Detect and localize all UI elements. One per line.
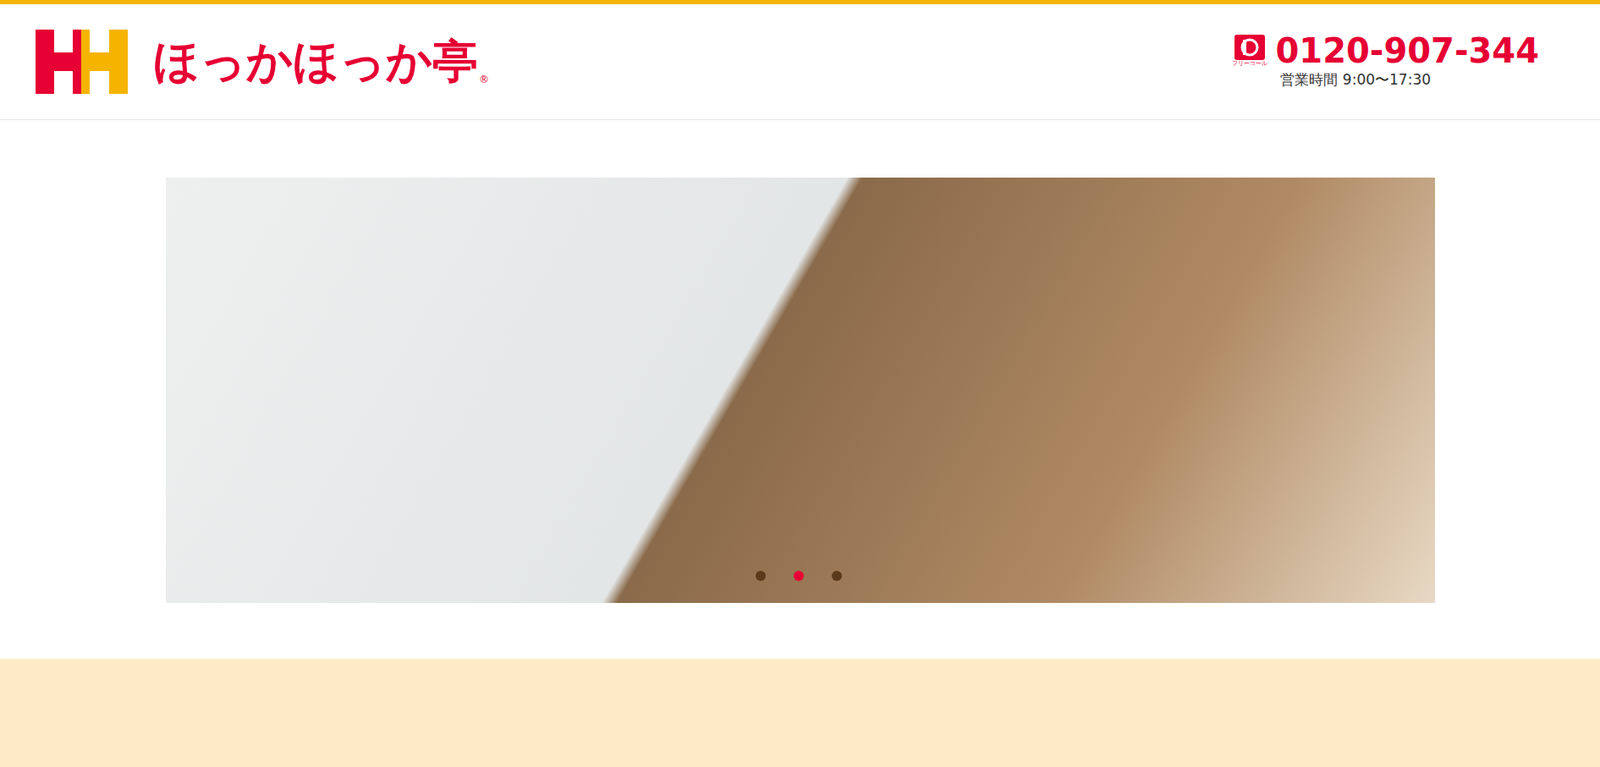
phone-number[interactable]: 0120-907-344 (1275, 33, 1540, 68)
registered-mark: ® (478, 74, 490, 85)
carousel-dot[interactable] (793, 571, 804, 582)
carousel-dots (755, 571, 842, 582)
site-header: ほっかほっか亭 ® フリーコール 0120-907-344 営業時間 9:00〜… (0, 4, 1600, 121)
free-call-icon (1231, 34, 1269, 61)
carousel-dot[interactable] (831, 571, 842, 582)
hh-logo-icon (35, 29, 128, 94)
phone-block: フリーコール 0120-907-344 営業時間 9:00〜17:30 (1231, 33, 1540, 89)
content-section (0, 659, 1600, 767)
carousel-dot[interactable] (755, 571, 766, 582)
business-hours: 営業時間 9:00〜17:30 (1280, 71, 1431, 89)
free-call-label: フリーコール (1231, 60, 1268, 67)
logo[interactable]: ほっかほっか亭 ® (35, 29, 490, 94)
logo-text: ほっかほっか亭 (153, 38, 479, 85)
hero-carousel[interactable] (165, 177, 1436, 604)
